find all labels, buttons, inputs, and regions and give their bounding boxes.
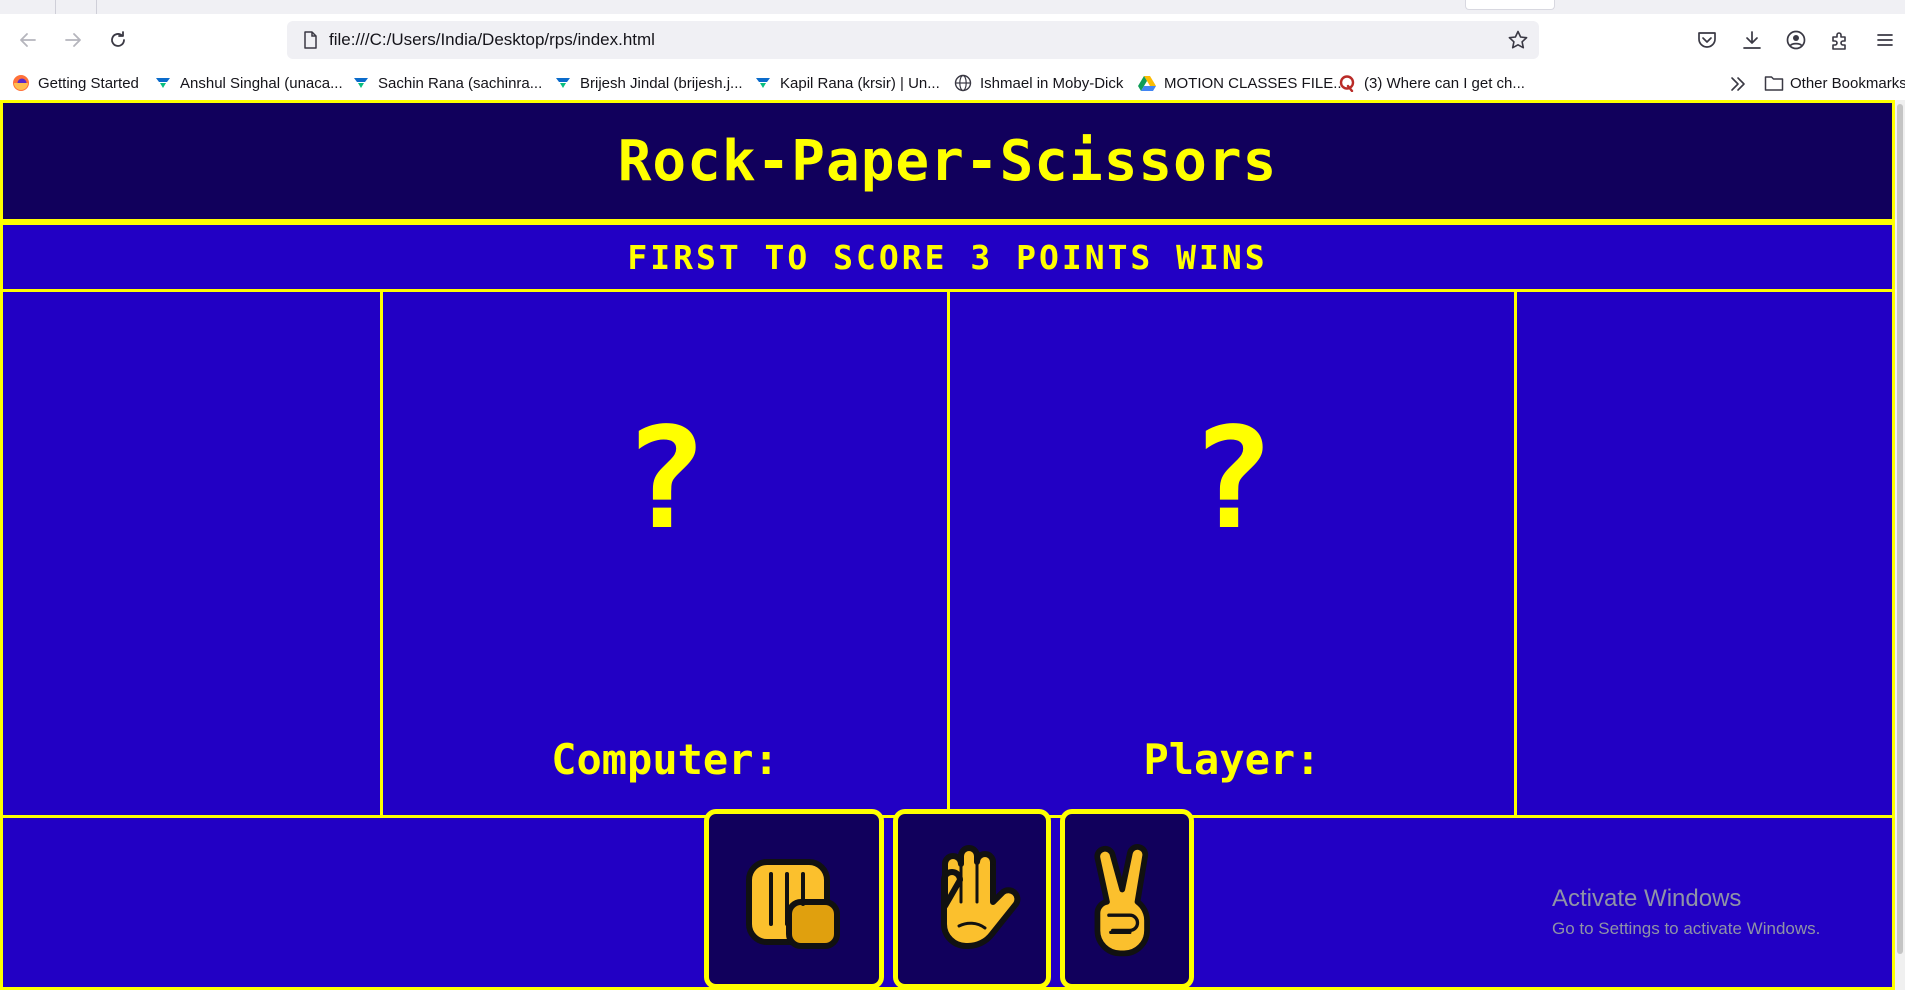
rules-banner: FIRST TO SCORE 3 POINTS WINS [0, 222, 1895, 292]
bookmark-item[interactable]: Sachin Rana (sachinra... [352, 71, 542, 95]
bookmark-item[interactable]: Ishmael in Moby-Dick [954, 71, 1123, 95]
computer-label: Computer: [551, 735, 779, 784]
unacademy-icon [354, 78, 368, 88]
tab[interactable] [1465, 0, 1555, 10]
right-panel [1514, 292, 1892, 815]
scrollbar-thumb[interactable] [1897, 104, 1903, 954]
game-title: Rock-Paper-Scissors [617, 128, 1278, 194]
bookmark-label: Sachin Rana (sachinra... [378, 74, 543, 92]
globe-icon [954, 74, 972, 92]
arrow-right-icon [65, 33, 81, 47]
firefox-icon [13, 75, 29, 91]
page-viewport: Rock-Paper-Scissors FIRST TO SCORE 3 POI… [0, 100, 1905, 990]
bookmark-label: Kapil Rana (krsir) | Un... [780, 74, 940, 92]
bookmark-item[interactable]: (3) Where can I get ch... [1338, 71, 1525, 95]
account-button[interactable] [1783, 27, 1809, 53]
bookmark-label: Brijesh Jindal (brijesh.j... [580, 74, 743, 92]
navigation-toolbar: file:///C:/Users/India/Desktop/rps/index… [0, 14, 1905, 66]
tab-separator [55, 0, 56, 14]
bookmark-item[interactable]: Anshul Singhal (unaca... [154, 71, 343, 95]
tab-strip [0, 0, 1905, 14]
account-icon [1786, 30, 1806, 50]
other-bookmarks-label: Other Bookmarks [1790, 74, 1905, 92]
download-icon [1743, 31, 1761, 49]
bookmark-label: (3) Where can I get ch... [1364, 74, 1525, 92]
bookmark-item[interactable]: Kapil Rana (krsir) | Un... [754, 71, 940, 95]
player-choice: ? [1189, 398, 1275, 561]
watermark-title: Activate Windows [1552, 885, 1742, 912]
reload-button[interactable] [102, 24, 134, 56]
unacademy-icon [156, 78, 170, 88]
downloads-button[interactable] [1739, 27, 1765, 53]
back-button[interactable] [12, 24, 44, 56]
bookmark-label: Ishmael in Moby-Dick [980, 74, 1124, 92]
tab-separator [96, 0, 97, 14]
folder-icon [1764, 76, 1784, 91]
url-text[interactable]: file:///C:/Users/India/Desktop/rps/index… [329, 21, 655, 59]
rules-text: FIRST TO SCORE 3 POINTS WINS [627, 237, 1268, 277]
scissors-button[interactable] [1060, 809, 1194, 989]
watermark-subtitle: Go to Settings to activate Windows. [1552, 919, 1821, 938]
activation-watermark: Activate Windows Go to Settings to activ… [1552, 885, 1820, 939]
bookmark-item[interactable]: Getting Started [12, 71, 139, 95]
computer-panel: ? Computer: [380, 292, 947, 815]
bookmark-label: Getting Started [38, 74, 139, 92]
score-arena: ? Computer: ? Player: [0, 292, 1895, 818]
pocket-button[interactable] [1694, 27, 1720, 53]
pocket-icon [1698, 32, 1716, 48]
google-drive-icon [1138, 76, 1156, 91]
bookmark-star-icon[interactable] [1507, 29, 1529, 51]
bookmark-item[interactable]: Brijesh Jindal (brijesh.j... [554, 71, 743, 95]
bookmark-item[interactable]: MOTION CLASSES FILE... [1138, 71, 1346, 95]
quora-icon [1339, 75, 1355, 92]
unacademy-icon [756, 78, 770, 88]
page-icon [304, 31, 317, 49]
url-bar[interactable]: file:///C:/Users/India/Desktop/rps/index… [287, 21, 1539, 59]
bookmark-label: Anshul Singhal (unaca... [180, 74, 343, 92]
forward-button[interactable] [57, 24, 89, 56]
game-header: Rock-Paper-Scissors [0, 100, 1895, 222]
bookmarks-toolbar: Getting Started Anshul Singhal (unaca...… [0, 66, 1905, 100]
other-bookmarks-button[interactable]: Other Bookmarks [1764, 71, 1905, 95]
raised-hand-icon [941, 845, 1021, 949]
chevron-double-right-icon[interactable] [1728, 74, 1748, 94]
fist-icon [746, 859, 840, 949]
menu-button[interactable] [1872, 27, 1898, 53]
player-label: Player: [1143, 735, 1321, 784]
arrow-left-icon [20, 33, 36, 47]
extensions-button[interactable] [1827, 27, 1853, 53]
hamburger-menu-icon [1877, 34, 1893, 46]
computer-choice: ? [622, 398, 708, 561]
bookmark-label: MOTION CLASSES FILE... [1164, 74, 1346, 92]
reload-icon [111, 31, 125, 47]
puzzle-icon [1832, 32, 1846, 50]
page-scrollbar[interactable] [1895, 100, 1905, 990]
player-panel: ? Player: [947, 292, 1514, 815]
victory-hand-icon [1094, 844, 1150, 957]
unacademy-icon [556, 78, 570, 88]
paper-button[interactable] [893, 809, 1051, 989]
rock-button[interactable] [704, 809, 884, 989]
